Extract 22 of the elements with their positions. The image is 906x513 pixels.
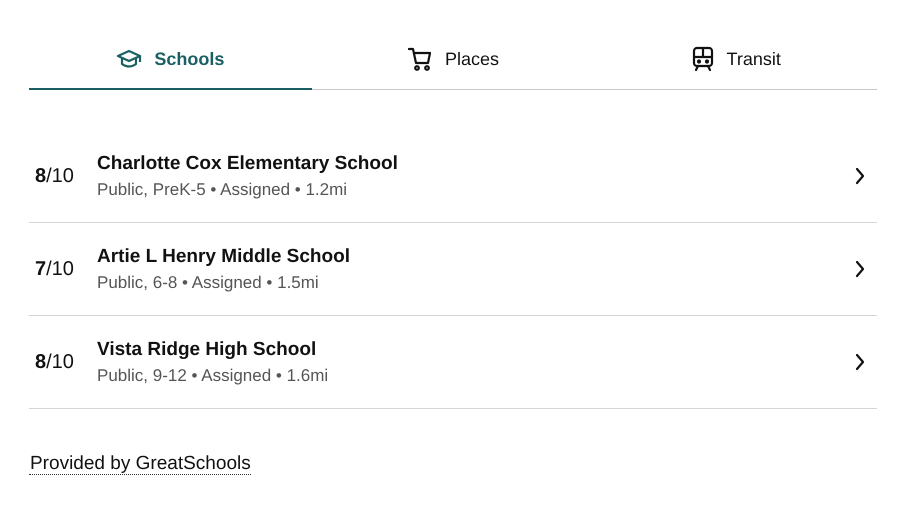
- rating: 8/10: [35, 164, 75, 188]
- school-details: Public, 9-12 • Assigned • 1.6mi: [97, 366, 330, 386]
- chevron-right-icon: [855, 260, 865, 278]
- tab[interactable]: Schools: [29, 30, 312, 90]
- school-row[interactable]: 8/10 Charlotte Cox Elementary School Public, PreK-5 • Assigned • 1.2mi: [29, 130, 877, 223]
- rating: 7/10: [35, 258, 75, 280]
- school-details: Public, 6-8 • Assigned • 1.5mi: [97, 272, 320, 292]
- provided-by-link[interactable]: Provided by GreatSchools: [29, 453, 251, 475]
- chevron-right-icon: [855, 167, 865, 185]
- train-icon: [690, 46, 714, 72]
- rating: 8/10: [35, 350, 75, 374]
- school-details: Public, PreK-5 • Assigned • 1.2mi: [97, 180, 348, 200]
- cart-icon: [406, 46, 433, 72]
- tab[interactable]: Places: [312, 30, 594, 90]
- school-row[interactable]: 7/10 Artie L Henry Middle School Public, 6-8 • Assigned • 1.5mi: [29, 223, 877, 316]
- school-row[interactable]: 8/10 Vista Ridge High School Public, 9-12 • Assigned • 1.6mi: [29, 316, 877, 409]
- graduation-cap-icon: [116, 48, 142, 70]
- tab[interactable]: Transit: [594, 30, 878, 90]
- chevron-right-icon: [855, 353, 865, 371]
- school-name: Vista Ridge High School: [97, 338, 318, 360]
- school-name: Charlotte Cox Elementary School: [97, 152, 399, 174]
- school-name: Artie L Henry Middle School: [97, 246, 352, 268]
